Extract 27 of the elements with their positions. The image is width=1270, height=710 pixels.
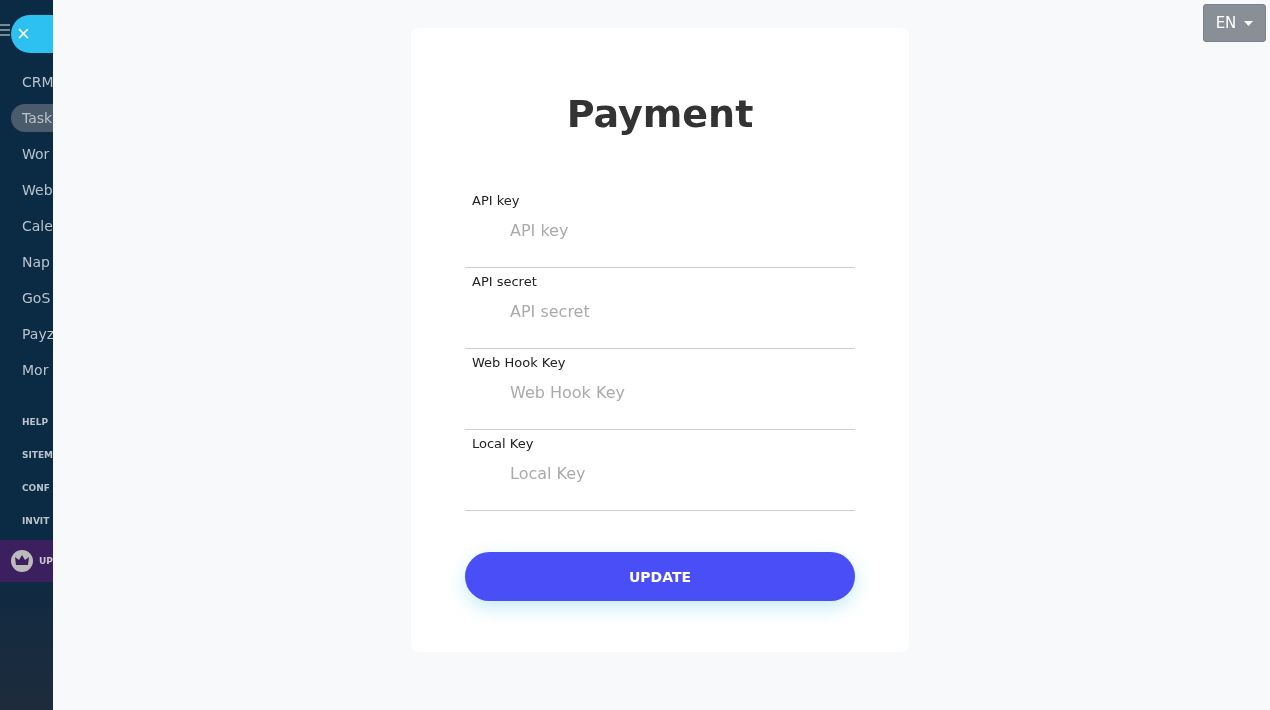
nav-item[interactable]: GoS (11, 284, 53, 312)
input-field[interactable]: Web Hook Key (508, 382, 812, 403)
field-label: API secret (471, 273, 538, 289)
page-title: Payment (565, 92, 755, 136)
update-button[interactable]: UPDATE (465, 552, 855, 601)
nav-item[interactable]: Cale (11, 212, 53, 240)
nav-link[interactable]: SITEM (22, 447, 53, 463)
nav-item[interactable]: Web (11, 176, 53, 204)
input-field[interactable]: Local Key (508, 463, 812, 484)
nav-item[interactable]: CRM (11, 68, 53, 96)
field-label: API key (471, 192, 521, 208)
input-field[interactable]: API key (508, 220, 812, 241)
field-label: Web Hook Key (471, 354, 567, 370)
field-label: Local Key (471, 435, 535, 451)
nav-link[interactable]: HELP (22, 414, 53, 430)
nav-link[interactable]: CONF (22, 480, 53, 496)
nav-item[interactable]: Payz (11, 320, 53, 348)
nav-item[interactable]: Wor (11, 140, 53, 168)
nav-item[interactable]: Nap (11, 248, 53, 276)
upgrade-button[interactable]: UP (0, 540, 53, 582)
nav-item[interactable]: Task (11, 104, 53, 132)
nav-item[interactable]: Mor (11, 356, 53, 384)
nav-link[interactable]: INVIT (22, 513, 53, 529)
caret-icon (1244, 20, 1254, 26)
menu-icon[interactable] (0, 24, 10, 36)
crown-icon (11, 550, 33, 572)
input-field[interactable]: API secret (508, 301, 812, 322)
